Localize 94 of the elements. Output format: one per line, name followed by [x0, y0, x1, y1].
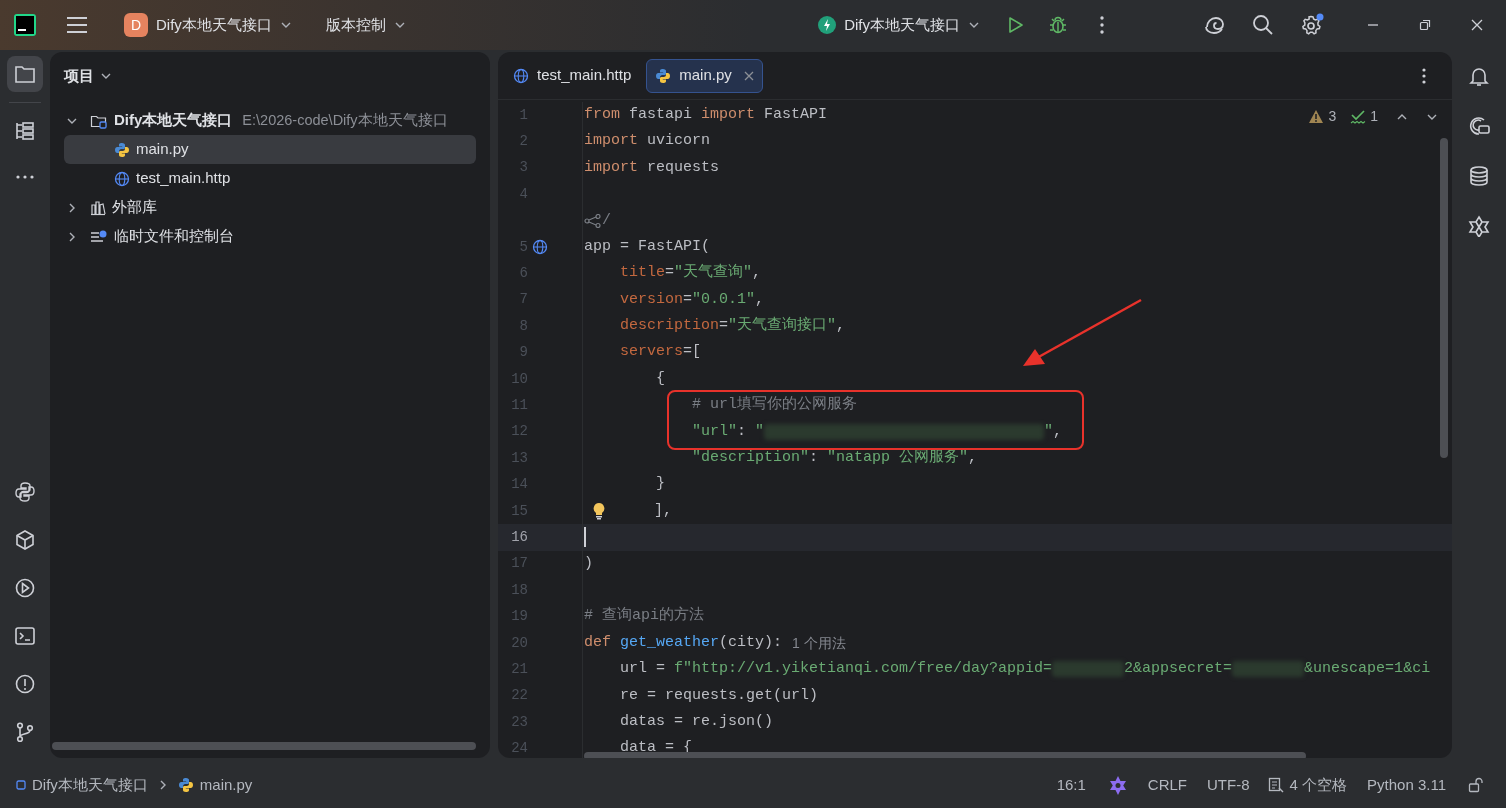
chat-spiral-icon[interactable]: [1468, 115, 1490, 137]
code-line: ): [584, 553, 593, 574]
code-line: &unescape=1&ci: [1304, 659, 1431, 680]
close-icon[interactable]: [743, 70, 754, 81]
text-cursor: [584, 527, 586, 548]
python-icon: [177, 777, 194, 793]
bug-icon[interactable]: [1048, 15, 1068, 35]
warning-count[interactable]: 3: [1308, 106, 1337, 127]
light-bulb-icon[interactable]: [592, 502, 606, 521]
document-lines-icon: [1267, 777, 1284, 793]
close-icon[interactable]: [1470, 18, 1484, 32]
horizontal-scrollbar[interactable]: [52, 742, 476, 750]
restore-icon[interactable]: [1418, 18, 1432, 32]
line-ending[interactable]: CRLF: [1147, 773, 1188, 797]
breadcrumb[interactable]: main.py: [177, 773, 253, 797]
inlay-hint: /: [602, 210, 611, 231]
code-line: def get_weather(city):: [584, 632, 783, 653]
share-icon: [584, 213, 602, 228]
pycharm-logo-icon[interactable]: [14, 14, 36, 36]
python-icon: [655, 67, 672, 84]
weak-warning-count[interactable]: 1: [1350, 106, 1378, 127]
spiral-icon[interactable]: [1204, 15, 1226, 35]
editor-tab[interactable]: main.py: [646, 58, 763, 93]
code-line: from fastapi import FastAPI: [584, 104, 828, 125]
globe-icon: [513, 67, 529, 84]
python-icon: [114, 141, 130, 158]
code-line: ",: [1044, 421, 1063, 442]
project-panel-title[interactable]: 项目: [50, 52, 112, 100]
code-line: version="0.0.1",: [619, 289, 765, 310]
project-selector[interactable]: D Dify本地天气接口: [120, 8, 296, 42]
structure-icon[interactable]: [14, 120, 36, 142]
database-icon[interactable]: [1468, 165, 1490, 187]
code-line: }: [655, 474, 665, 495]
code-line: url = f"http://v1.yiketianqi.com/free/day?appid=: [619, 659, 1053, 680]
horizontal-scrollbar[interactable]: [584, 751, 1306, 758]
play-circle-icon[interactable]: [14, 577, 36, 599]
tree-item[interactable]: test_main.http: [64, 164, 476, 193]
code-line: import uvicorn: [584, 131, 711, 152]
run-configuration[interactable]: Dify本地天气接口: [814, 8, 984, 42]
search-icon[interactable]: [1252, 14, 1274, 36]
code-line: {: [655, 368, 665, 389]
warning-icon: [1308, 109, 1325, 124]
code-line: # 查询api的方法: [584, 605, 704, 627]
globe-icon: [114, 170, 130, 187]
vertical-scrollbar[interactable]: [1440, 138, 1448, 458]
ai-star-icon[interactable]: [1107, 775, 1128, 795]
python-outline-icon[interactable]: [14, 481, 36, 503]
editor-tab[interactable]: test_main.http: [504, 58, 641, 93]
code-line: re = requests.get(url): [619, 685, 819, 706]
usage-hint[interactable]: 1 个用法: [792, 632, 846, 654]
run-icon[interactable]: [1006, 16, 1024, 34]
unlock-icon[interactable]: [1468, 777, 1484, 793]
code-line: ],: [653, 500, 672, 521]
code-line: # url填写你的公网服务: [691, 394, 858, 416]
package-icon[interactable]: [14, 529, 36, 551]
code-line: 2&appsecret=: [1124, 659, 1233, 680]
exclamation-circle-icon[interactable]: [14, 673, 36, 695]
lightning-icon: [818, 16, 837, 34]
python-interpreter[interactable]: Python 3.11: [1367, 773, 1446, 797]
code-line: "url": ": [691, 421, 765, 442]
git-branch-icon[interactable]: [14, 721, 36, 743]
terminal-icon[interactable]: [14, 625, 36, 647]
scratch-list-icon: [90, 228, 108, 245]
folder-icon[interactable]: [14, 63, 36, 85]
settings-icon[interactable]: [1300, 13, 1324, 37]
tree-item[interactable]: Dify本地天气接口 E:\2026-code\Dify本地天气接口: [64, 106, 476, 135]
code-line: import requests: [584, 157, 720, 178]
code-line: app = FastAPI(: [584, 236, 711, 257]
indent-setting[interactable]: 4 个空格: [1267, 773, 1348, 797]
project-path: E:\2026-code\Dify本地天气接口: [242, 110, 448, 130]
file-encoding[interactable]: UTF-8: [1207, 773, 1250, 797]
project-tool-button[interactable]: [7, 56, 43, 92]
code-line: datas = re.json(): [619, 711, 774, 732]
globe-gutter-icon[interactable]: [532, 239, 548, 256]
code-line: "description": "natapp 公网服务",: [691, 448, 978, 468]
star-knot-icon[interactable]: [1468, 215, 1490, 237]
bell-icon[interactable]: [1468, 65, 1490, 87]
breadcrumb[interactable]: Dify本地天气接口: [16, 773, 148, 797]
menu-icon[interactable]: [66, 16, 88, 34]
project-badge: D: [124, 13, 148, 37]
tree-item[interactable]: 外部库: [64, 193, 476, 222]
module-square-icon: [16, 780, 26, 790]
code-line: title="天气查询",: [619, 262, 762, 284]
vcs-menu[interactable]: 版本控制: [321, 8, 410, 42]
library-icon: [90, 199, 106, 216]
tree-item[interactable]: main.py: [64, 135, 476, 164]
more-vertical-icon[interactable]: [1100, 16, 1104, 34]
code-line: servers=[: [619, 342, 702, 363]
line-number: 16: [510, 527, 528, 547]
tree-item[interactable]: 临时文件和控制台: [64, 222, 476, 251]
caret-position[interactable]: 16:1: [1056, 773, 1086, 797]
more-vertical-icon[interactable]: [1422, 67, 1426, 84]
code-line: description="天气查询接口",: [619, 315, 846, 337]
check-squiggle-icon: [1350, 108, 1367, 125]
